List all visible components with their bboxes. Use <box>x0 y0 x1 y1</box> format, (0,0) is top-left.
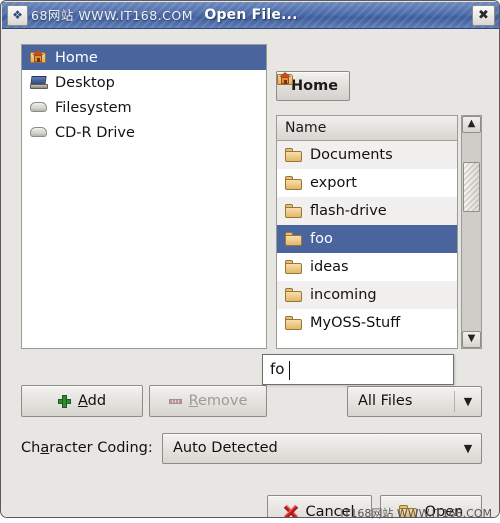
remove-button-label: Remove <box>188 393 248 409</box>
file-name: MyOSS-Stuff <box>310 315 401 331</box>
add-button-label: Add <box>77 393 107 409</box>
sidebar-item-cdr-drive[interactable]: CD-R Drive <box>22 120 266 145</box>
encoding-value: Auto Detected <box>173 440 278 456</box>
home-folder-icon <box>29 49 49 66</box>
table-row[interactable]: incoming <box>277 281 457 309</box>
file-list-pane: Name Documents export flash-drive foo id… <box>276 115 458 349</box>
folder-icon <box>285 316 303 330</box>
table-row-selected[interactable]: foo <box>277 225 457 253</box>
watermark-top: 68网站 WWW.IT168.COM <box>31 8 194 23</box>
file-type-value: All Files <box>358 393 413 409</box>
add-button[interactable]: Add <box>21 385 143 417</box>
file-name: foo <box>310 231 333 247</box>
column-header-name[interactable]: Name <box>277 116 457 141</box>
dialog-body: Home Desktop Filesystem CD-R Drive Home … <box>2 29 499 517</box>
table-row[interactable]: Documents <box>277 141 457 169</box>
encoding-label: Character Coding: <box>21 440 153 456</box>
path-bar: Home <box>276 71 351 101</box>
folder-icon <box>285 260 303 274</box>
disk-icon <box>29 124 49 141</box>
file-type-select[interactable]: All Files ▼ <box>347 386 482 417</box>
chevron-down-icon: ▼ <box>463 395 473 408</box>
screenshot-root: ❖ Open File... ✖ 68网站 WWW.IT168.COM Home <box>0 0 500 523</box>
table-row[interactable]: flash-drive <box>277 197 457 225</box>
file-list-scrollbar[interactable]: ▲ ▼ <box>461 115 482 349</box>
chevron-up-icon: ▲ <box>467 118 476 129</box>
disk-icon <box>29 99 49 116</box>
folder-icon <box>285 148 303 162</box>
close-icon: ✖ <box>478 8 489 23</box>
file-name: export <box>310 175 357 191</box>
places-sidebar[interactable]: Home Desktop Filesystem CD-R Drive <box>21 44 267 349</box>
folder-icon <box>285 288 303 302</box>
file-name: ideas <box>310 259 349 275</box>
scroll-down-button[interactable]: ▼ <box>462 331 481 348</box>
chevron-down-icon: ▼ <box>467 333 476 344</box>
sidebar-item-desktop[interactable]: Desktop <box>22 70 266 95</box>
scroll-up-button[interactable]: ▲ <box>462 116 481 133</box>
path-button-home[interactable]: Home <box>276 71 351 101</box>
plus-icon <box>57 394 71 408</box>
open-file-dialog: ❖ Open File... ✖ 68网站 WWW.IT168.COM Home <box>0 0 500 518</box>
folder-icon <box>285 176 303 190</box>
file-list: Documents export flash-drive foo ideas i… <box>277 141 457 337</box>
sidebar-item-label: CD-R Drive <box>55 124 135 141</box>
desktop-icon <box>29 74 49 91</box>
column-header-label: Name <box>285 120 327 136</box>
red-x-icon <box>284 504 299 517</box>
table-row[interactable]: ideas <box>277 253 457 281</box>
remove-button[interactable]: Remove <box>149 385 267 417</box>
sidebar-item-label: Desktop <box>55 74 115 91</box>
file-name: incoming <box>310 287 377 303</box>
table-row[interactable]: MyOSS-Stuff <box>277 309 457 337</box>
text-caret <box>289 361 290 380</box>
close-button[interactable]: ✖ <box>472 5 495 26</box>
location-entry[interactable]: fo <box>262 354 454 385</box>
sidebar-item-label: Filesystem <box>55 99 132 116</box>
chevron-down-icon: ▼ <box>463 442 473 455</box>
sidebar-item-label: Home <box>55 49 98 66</box>
file-name: flash-drive <box>310 203 387 219</box>
scrollbar-thumb[interactable] <box>463 162 480 212</box>
location-input-value: fo <box>270 360 285 378</box>
folder-icon <box>285 204 303 218</box>
minus-bar-icon <box>168 398 182 404</box>
encoding-select[interactable]: Auto Detected ▼ <box>162 433 482 464</box>
file-name: Documents <box>310 147 393 163</box>
table-row[interactable]: export <box>277 169 457 197</box>
folder-icon <box>285 232 303 246</box>
sidebar-item-home[interactable]: Home <box>22 45 266 70</box>
path-button-label: Home <box>291 78 339 94</box>
sidebar-item-filesystem[interactable]: Filesystem <box>22 95 266 120</box>
watermark-bottom: IT168网站 WWW.IT168.COM <box>340 507 492 520</box>
